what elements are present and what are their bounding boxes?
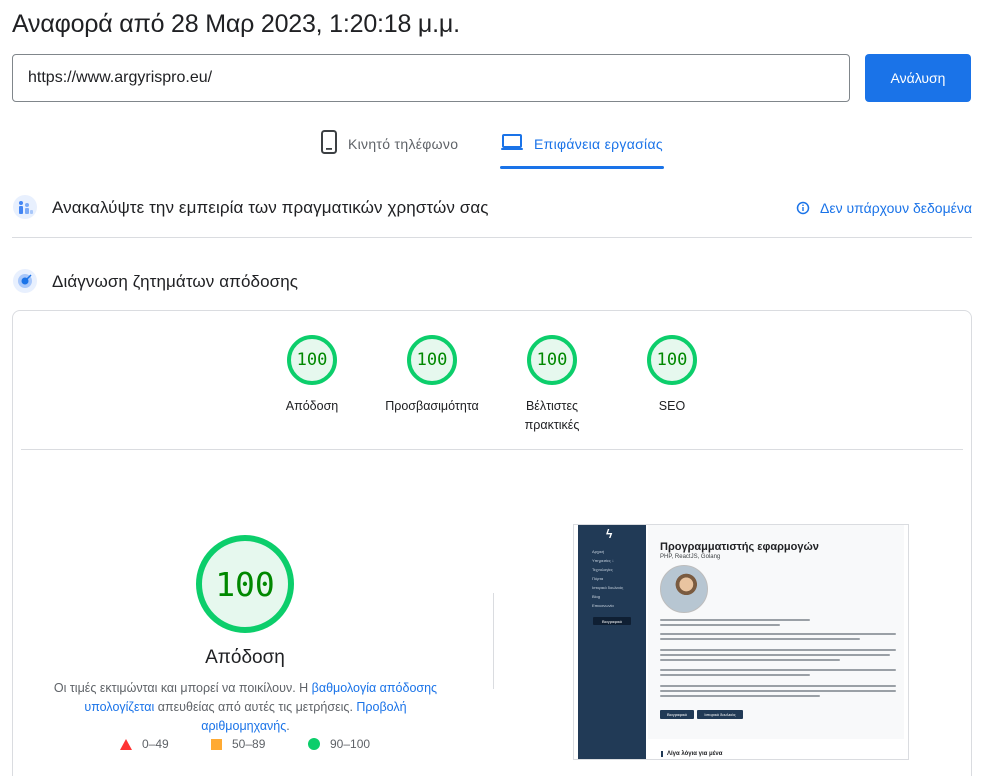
screenshot-text-line bbox=[660, 690, 896, 692]
legend-pass-label: 90–100 bbox=[330, 737, 371, 751]
lighthouse-icon bbox=[13, 269, 37, 293]
performance-label: Απόδοση bbox=[205, 647, 285, 668]
note-suffix: . bbox=[286, 719, 290, 733]
screenshot-subheading: PHP, ReactJS, Golang bbox=[660, 554, 721, 560]
gauge-best-practices-label: Βέλτιστες πρακτικές bbox=[497, 397, 607, 435]
screenshot-nav-item: Πόρτα bbox=[592, 576, 604, 581]
pass-circle-icon bbox=[308, 738, 320, 750]
gauge-best-practices[interactable]: 100 Βέλτιστες πρακτικές bbox=[497, 335, 607, 435]
legend-average-label: 50–89 bbox=[232, 737, 266, 751]
gauge-performance[interactable]: 100 Απόδοση bbox=[257, 335, 367, 416]
no-data-label: Δεν υπάρχουν δεδομένα bbox=[820, 200, 972, 216]
legend-fail: 0–49 bbox=[120, 737, 169, 751]
legend-pass: 90–100 bbox=[308, 737, 370, 751]
gauge-accessibility-label: Προσβασιμότητα bbox=[385, 399, 479, 413]
screenshot-avatar bbox=[660, 565, 708, 613]
gauge-performance-score: 100 bbox=[287, 335, 337, 385]
gauge-seo[interactable]: 100 SEO bbox=[617, 335, 727, 416]
screenshot-cv-button: Βιογραφικό bbox=[660, 710, 694, 719]
screenshot-text-line bbox=[660, 659, 840, 661]
crux-users-icon bbox=[13, 195, 37, 219]
legend-average: 50–89 bbox=[211, 737, 265, 751]
screenshot-main: Προγραμματιστής εφαρμογών PHP, ReactJS, … bbox=[648, 525, 904, 739]
info-icon bbox=[796, 201, 810, 215]
screenshot-nav-item: Υπηρεσίες ↓ bbox=[592, 558, 614, 563]
screenshot-nav-item: Αρχική bbox=[592, 549, 605, 554]
screenshot-text-line bbox=[660, 674, 810, 676]
screenshot-text-line bbox=[660, 633, 896, 635]
screenshot-text-line bbox=[660, 695, 820, 697]
screenshot-sidebar: ϟ Αρχική Υπηρεσίες ↓ Τεχνολογίες Πόρτα Ι… bbox=[578, 525, 646, 759]
tab-desktop[interactable]: Επιφάνεια εργασίας bbox=[500, 130, 664, 170]
gauge-seo-label: SEO bbox=[658, 399, 686, 413]
note-middle: απευθείας από αυτές τις μετρήσεις. bbox=[154, 700, 357, 714]
score-gauges: 100 Απόδοση 100 Προσβασιμότητα 100 Βέλτι… bbox=[13, 311, 971, 449]
screenshot-footer-heading: Λίγα λόγια για μένα bbox=[661, 751, 722, 757]
screenshot-text-line bbox=[660, 669, 896, 671]
screenshot-text-line bbox=[660, 638, 860, 640]
screenshot-nav-item: Τεχνολογίες bbox=[592, 567, 613, 572]
screenshot-nav-item: Επικοινωνία bbox=[592, 603, 614, 608]
smartphone-icon bbox=[321, 130, 337, 154]
gauge-performance-label: Απόδοση bbox=[285, 399, 339, 413]
url-input[interactable] bbox=[12, 54, 850, 102]
device-tabs: Κινητό τηλέφωνο Επιφάνεια εργασίας bbox=[0, 130, 990, 170]
vertical-separator bbox=[493, 593, 494, 689]
gauge-accessibility[interactable]: 100 Προσβασιμότητα bbox=[377, 335, 487, 416]
gauge-seo-score: 100 bbox=[647, 335, 697, 385]
final-screenshot[interactable]: ϟ Αρχική Υπηρεσίες ↓ Τεχνολογίες Πόρτα Ι… bbox=[573, 524, 909, 760]
gauge-best-practices-label-line2: πρακτικές bbox=[524, 418, 580, 432]
active-tab-indicator bbox=[500, 166, 664, 169]
card-divider bbox=[21, 449, 963, 450]
fail-triangle-icon bbox=[120, 738, 132, 750]
gauge-best-practices-score: 100 bbox=[527, 335, 577, 385]
screenshot-nav-item: Blog bbox=[592, 594, 601, 599]
average-square-icon bbox=[211, 738, 222, 750]
crux-title: Ανακαλύψτε την εμπειρία των πραγματικών … bbox=[52, 198, 489, 217]
note-prefix: Οι τιμές εκτιμώνται και μπορεί να ποικίλ… bbox=[53, 681, 312, 695]
screenshot-heading: Προγραμματιστής εφαρμογών bbox=[660, 541, 819, 553]
report-card: 100 Απόδοση 100 Προσβασιμότητα 100 Βέλτι… bbox=[12, 310, 972, 776]
legend-fail-label: 0–49 bbox=[142, 737, 169, 751]
screenshot-text-line bbox=[660, 619, 810, 621]
screenshot-nav-item: Ιστορικό δουλειάς bbox=[592, 585, 624, 590]
gauge-best-practices-label-line1: Βέλτιστες bbox=[525, 399, 579, 413]
tab-desktop-label: Επιφάνεια εργασίας bbox=[534, 136, 663, 152]
tab-mobile-label: Κινητό τηλέφωνο bbox=[348, 136, 459, 152]
screenshot-text-line bbox=[660, 654, 890, 656]
crux-section: Ανακαλύψτε την εμπειρία των πραγματικών … bbox=[12, 192, 972, 238]
no-data-link[interactable]: Δεν υπάρχουν δεδομένα bbox=[796, 200, 972, 216]
diagnose-section: Διάγνωση ζητημάτων απόδοσης bbox=[12, 266, 972, 298]
gauge-accessibility-score: 100 bbox=[407, 335, 457, 385]
screenshot-projects-button: Ιστορικό δουλειάς bbox=[697, 710, 743, 719]
diagnose-title: Διάγνωση ζητημάτων απόδοσης bbox=[52, 272, 299, 291]
performance-note: Οι τιμές εκτιμώνται και μπορεί να ποικίλ… bbox=[43, 679, 448, 736]
analyze-button[interactable]: Ανάλυση bbox=[865, 54, 971, 102]
page-title: Αναφορά από 28 Μαρ 2023, 1:20:18 μ.μ. bbox=[12, 10, 460, 38]
screenshot-text-line bbox=[660, 624, 780, 626]
screenshot-nav-button: Βιογραφικό bbox=[593, 617, 631, 625]
tab-mobile[interactable]: Κινητό τηλέφωνο bbox=[320, 130, 458, 170]
screenshot-text-line bbox=[660, 649, 896, 651]
laptop-icon bbox=[501, 134, 523, 150]
screenshot-logo-icon: ϟ bbox=[606, 527, 613, 541]
screenshot-text-line bbox=[660, 685, 896, 687]
performance-big-gauge: 100 bbox=[196, 535, 294, 633]
